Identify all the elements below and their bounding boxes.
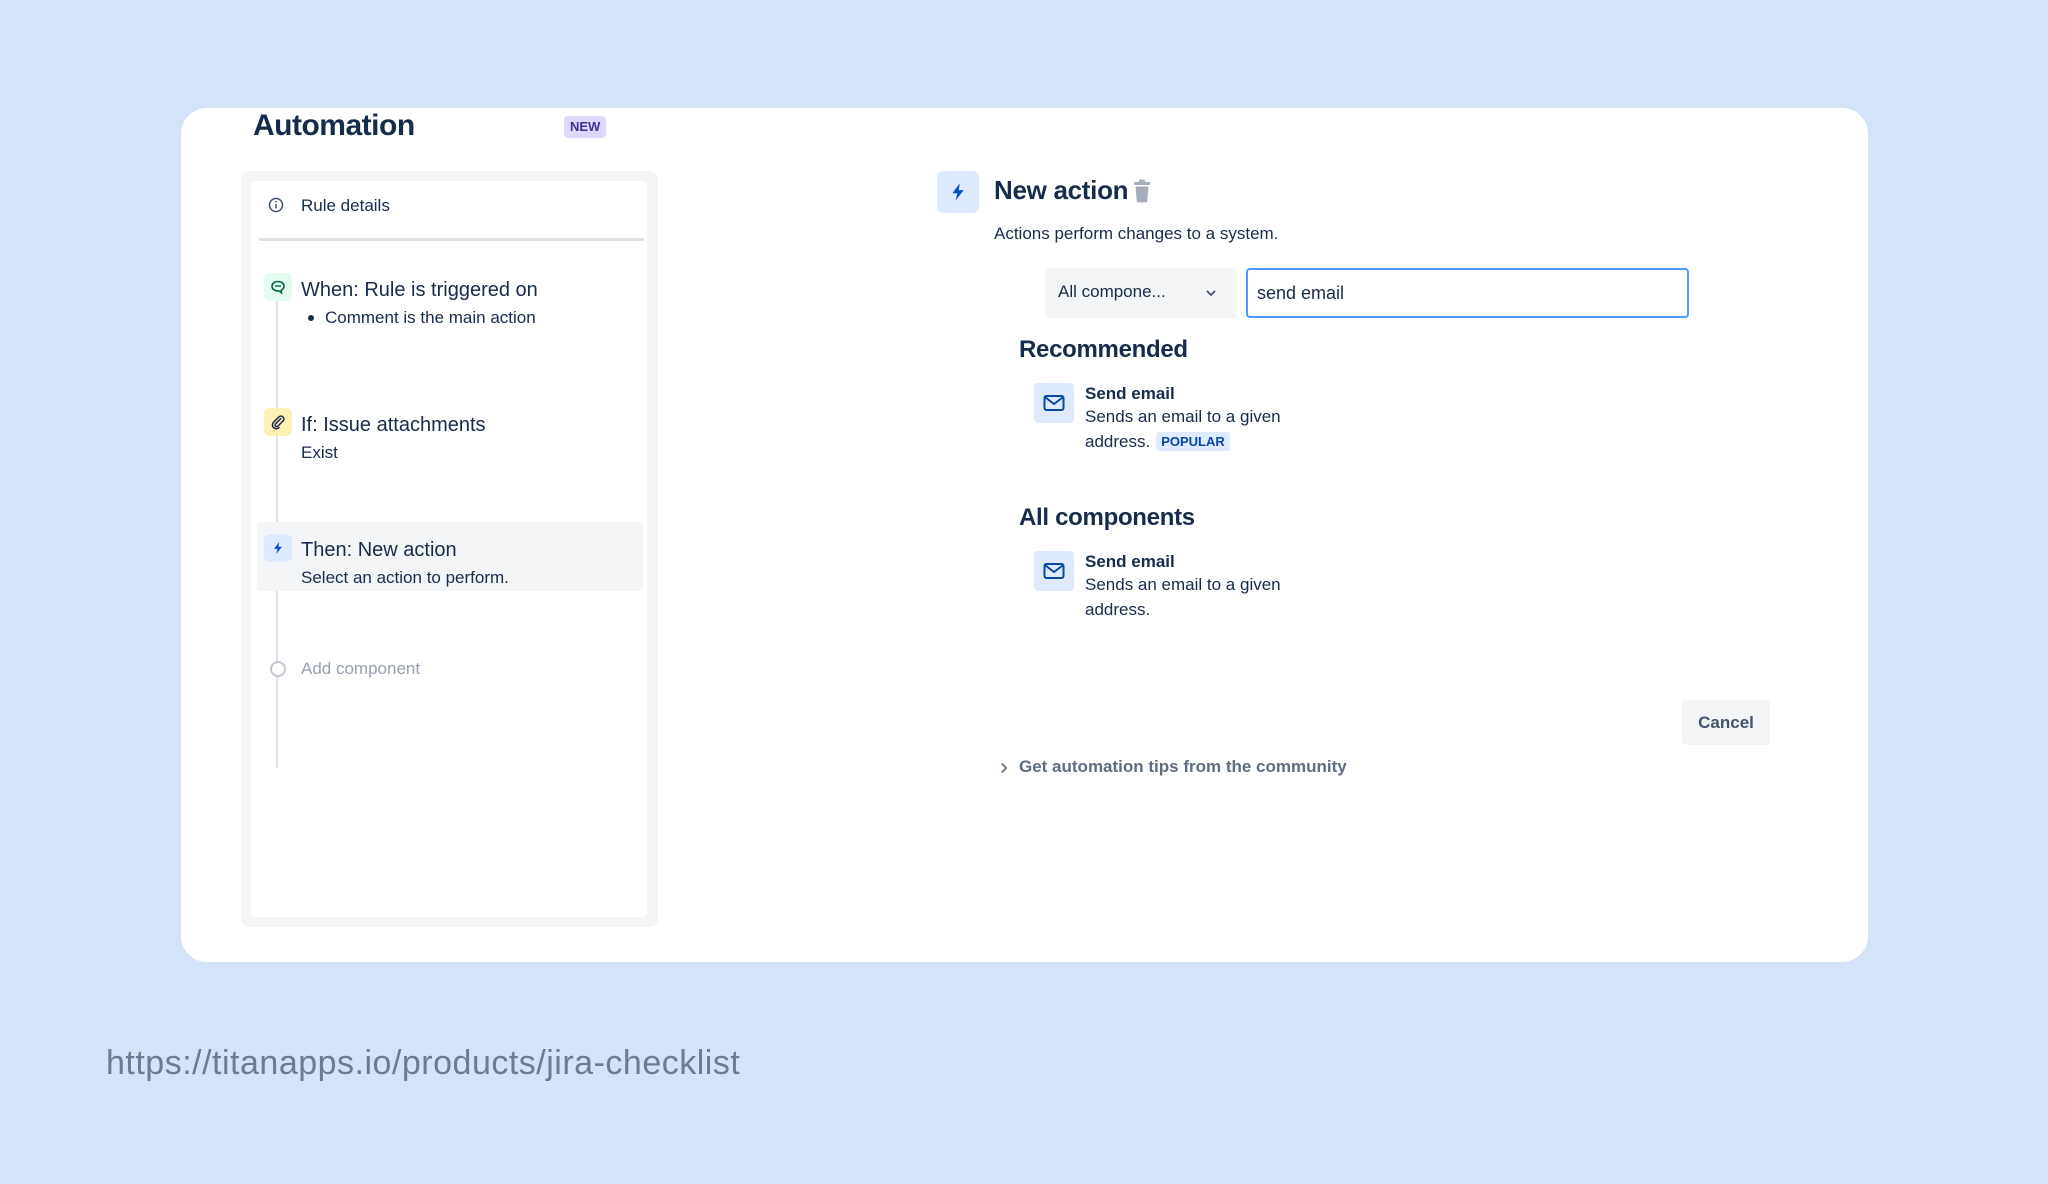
rule-sidebar: Rule details When: Rule is triggered on … xyxy=(241,171,658,927)
step-if-title: If: Issue attachments xyxy=(301,414,486,436)
bullet-dot xyxy=(308,315,314,321)
add-component-label: Add component xyxy=(301,659,421,678)
step-then-subtitle: Select an action to perform. xyxy=(301,568,509,587)
paperclip-icon xyxy=(264,408,292,436)
component-filter-dropdown[interactable]: All compone... xyxy=(1045,268,1237,318)
lightning-icon xyxy=(264,534,292,562)
divider xyxy=(259,238,644,241)
chevron-down-icon xyxy=(1206,290,1216,296)
mail-icon xyxy=(1034,383,1074,423)
source-url: https://titanapps.io/products/jira-check… xyxy=(106,1044,741,1082)
all-components-item-title: Send email xyxy=(1085,552,1175,571)
action-title: New action xyxy=(994,175,1129,205)
tips-label: Get automation tips from the community xyxy=(1019,757,1347,776)
comment-icon xyxy=(264,273,292,301)
automation-card: Automation NEW Rule details When: Rule i… xyxy=(181,108,1868,962)
cancel-button[interactable]: Cancel xyxy=(1682,700,1770,745)
all-components-heading: All components xyxy=(1019,504,1195,531)
chevron-right-icon xyxy=(1001,763,1008,773)
step-when-condition: Comment is the main action xyxy=(325,308,536,327)
mail-icon xyxy=(1034,551,1074,591)
lightning-icon xyxy=(937,171,979,213)
rule-details-label: Rule details xyxy=(301,196,390,215)
page-title: Automation xyxy=(253,109,415,142)
recommended-heading: Recommended xyxy=(1019,336,1188,363)
recommended-item-description: Sends an email to a given address. POPULA… xyxy=(1085,407,1281,451)
rule-details-item[interactable]: Rule details xyxy=(251,181,647,231)
step-when-title: When: Rule is triggered on xyxy=(301,279,538,301)
new-badge: NEW xyxy=(564,116,607,138)
action-description: Actions perform changes to a system. xyxy=(994,224,1279,243)
all-components-item-description: Sends an email to a given address. xyxy=(1085,575,1281,619)
step-then-title: Then: New action xyxy=(301,539,457,561)
info-icon xyxy=(268,197,284,213)
trash-icon[interactable] xyxy=(1131,179,1153,203)
popular-badge: POPULAR xyxy=(1156,432,1230,451)
recommended-item-title: Send email xyxy=(1085,384,1175,403)
add-circle-icon xyxy=(270,661,286,677)
filter-selected-value: All compone... xyxy=(1058,282,1166,301)
step-if-subtitle: Exist xyxy=(301,443,338,462)
component-search-input[interactable] xyxy=(1246,268,1689,318)
rule-sidebar-panel: Rule details When: Rule is triggered on … xyxy=(251,181,647,917)
